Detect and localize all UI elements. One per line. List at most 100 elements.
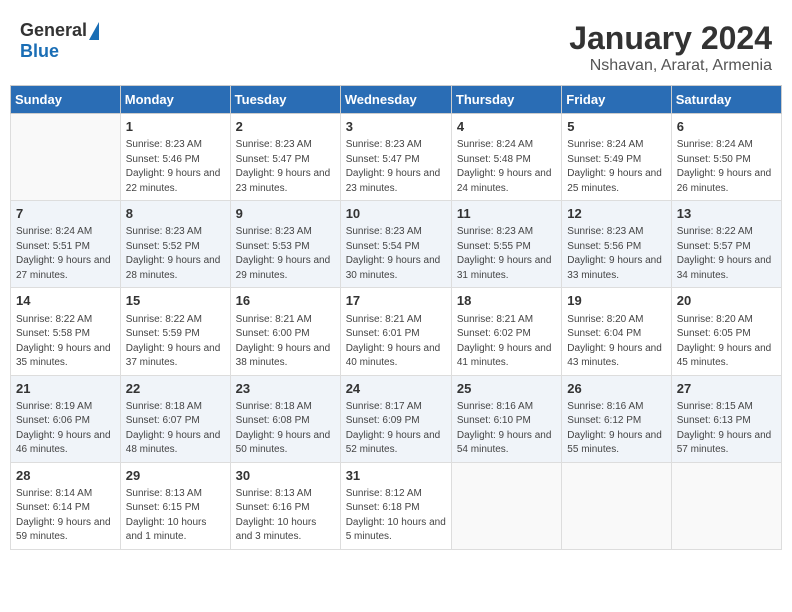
day-number: 25	[457, 380, 556, 398]
calendar-cell: 11 Sunrise: 8:23 AMSunset: 5:55 PMDayligh…	[451, 201, 561, 288]
day-number: 31	[346, 467, 446, 485]
day-number: 11	[457, 205, 556, 223]
day-number: 1	[126, 118, 225, 136]
day-number: 6	[677, 118, 776, 136]
day-info: Sunrise: 8:23 AMSunset: 5:56 PMDaylight:…	[567, 225, 665, 283]
day-number: 7	[16, 205, 115, 223]
calendar-cell	[451, 462, 561, 549]
calendar-cell: 2 Sunrise: 8:23 AMSunset: 5:47 PMDaylight…	[230, 114, 340, 201]
day-number: 8	[126, 205, 225, 223]
day-number: 16	[236, 292, 335, 310]
day-info: Sunrise: 8:20 AMSunset: 6:04 PMDaylight:…	[567, 313, 665, 371]
calendar-cell: 27 Sunrise: 8:15 AMSunset: 6:13 PMDayligh…	[671, 375, 781, 462]
calendar-cell: 19 Sunrise: 8:20 AMSunset: 6:04 PMDayligh…	[562, 288, 671, 375]
calendar-cell: 26Sunrise: 8:16 AMSunset: 6:12 PMDayligh…	[562, 375, 671, 462]
logo-general-text: General	[20, 20, 87, 41]
calendar-cell: 23 Sunrise: 8:18 AMSunset: 6:08 PMDayligh…	[230, 375, 340, 462]
month-title: January 2024	[569, 20, 772, 57]
calendar-cell: 24 Sunrise: 8:17 AMSunset: 6:09 PMDayligh…	[340, 375, 451, 462]
day-info: Sunrise: 8:23 AMSunset: 5:55 PMDaylight:…	[457, 225, 556, 283]
calendar-cell	[562, 462, 671, 549]
day-number: 10	[346, 205, 446, 223]
day-number: 29	[126, 467, 225, 485]
day-info: Sunrise: 8:15 AMSunset: 6:13 PMDaylight:…	[677, 400, 776, 458]
day-info: Sunrise: 8:24 AMSunset: 5:48 PMDaylight:…	[457, 138, 556, 196]
day-info: Sunrise: 8:22 AMSunset: 5:57 PMDaylight:…	[677, 225, 776, 283]
day-number: 15	[126, 292, 225, 310]
calendar-cell: 1Sunrise: 8:23 AMSunset: 5:46 PMDaylight…	[120, 114, 230, 201]
calendar-week-row: 28Sunrise: 8:14 AMSunset: 6:14 PMDayligh…	[11, 462, 782, 549]
calendar-cell: 14Sunrise: 8:22 AMSunset: 5:58 PMDayligh…	[11, 288, 121, 375]
day-info: Sunrise: 8:14 AMSunset: 6:14 PMDaylight:…	[16, 487, 115, 545]
day-number: 24	[346, 380, 446, 398]
day-info: Sunrise: 8:22 AMSunset: 5:59 PMDaylight:…	[126, 313, 225, 371]
day-number: 20	[677, 292, 776, 310]
day-number: 21	[16, 380, 115, 398]
calendar-cell: 29 Sunrise: 8:13 AMSunset: 6:15 PMDayligh…	[120, 462, 230, 549]
page-header: General Blue January 2024 Nshavan, Arara…	[10, 10, 782, 80]
logo: General Blue	[20, 20, 99, 62]
weekday-header-tuesday: Tuesday	[230, 86, 340, 114]
day-number: 17	[346, 292, 446, 310]
weekday-header-friday: Friday	[562, 86, 671, 114]
day-info: Sunrise: 8:17 AMSunset: 6:09 PMDaylight:…	[346, 400, 446, 458]
calendar-cell: 9Sunrise: 8:23 AMSunset: 5:53 PMDaylight…	[230, 201, 340, 288]
day-number: 5	[567, 118, 665, 136]
calendar-cell: 13 Sunrise: 8:22 AMSunset: 5:57 PMDayligh…	[671, 201, 781, 288]
day-number: 13	[677, 205, 776, 223]
logo-triangle-icon	[89, 22, 99, 40]
calendar-cell: 30Sunrise: 8:13 AMSunset: 6:16 PMDayligh…	[230, 462, 340, 549]
day-info: Sunrise: 8:12 AMSunset: 6:18 PMDaylight:…	[346, 487, 446, 545]
day-number: 18	[457, 292, 556, 310]
calendar-cell: 12Sunrise: 8:23 AMSunset: 5:56 PMDayligh…	[562, 201, 671, 288]
calendar-cell: 21 Sunrise: 8:19 AMSunset: 6:06 PMDayligh…	[11, 375, 121, 462]
location-title: Nshavan, Ararat, Armenia	[569, 57, 772, 75]
calendar-cell: 15 Sunrise: 8:22 AMSunset: 5:59 PMDayligh…	[120, 288, 230, 375]
day-number: 19	[567, 292, 665, 310]
calendar-cell: 10Sunrise: 8:23 AMSunset: 5:54 PMDayligh…	[340, 201, 451, 288]
weekday-header-sunday: Sunday	[11, 86, 121, 114]
calendar-week-row: 14Sunrise: 8:22 AMSunset: 5:58 PMDayligh…	[11, 288, 782, 375]
day-info: Sunrise: 8:16 AMSunset: 6:12 PMDaylight:…	[567, 400, 665, 458]
day-info: Sunrise: 8:24 AMSunset: 5:49 PMDaylight:…	[567, 138, 665, 196]
title-section: January 2024 Nshavan, Ararat, Armenia	[569, 20, 772, 75]
day-number: 4	[457, 118, 556, 136]
weekday-header-thursday: Thursday	[451, 86, 561, 114]
day-info: Sunrise: 8:23 AMSunset: 5:47 PMDaylight:…	[346, 138, 446, 196]
calendar-cell	[11, 114, 121, 201]
day-info: Sunrise: 8:23 AMSunset: 5:47 PMDaylight:…	[236, 138, 335, 196]
calendar-week-row: 21 Sunrise: 8:19 AMSunset: 6:06 PMDayligh…	[11, 375, 782, 462]
calendar-table: SundayMondayTuesdayWednesdayThursdayFrid…	[10, 85, 782, 550]
calendar-header-row: SundayMondayTuesdayWednesdayThursdayFrid…	[11, 86, 782, 114]
day-info: Sunrise: 8:13 AMSunset: 6:16 PMDaylight:…	[236, 487, 335, 545]
day-info: Sunrise: 8:20 AMSunset: 6:05 PMDaylight:…	[677, 313, 776, 371]
day-info: Sunrise: 8:23 AMSunset: 5:52 PMDaylight:…	[126, 225, 225, 283]
day-info: Sunrise: 8:21 AMSunset: 6:01 PMDaylight:…	[346, 313, 446, 371]
day-number: 23	[236, 380, 335, 398]
calendar-cell: 5 Sunrise: 8:24 AMSunset: 5:49 PMDaylight…	[562, 114, 671, 201]
calendar-cell: 31 Sunrise: 8:12 AMSunset: 6:18 PMDayligh…	[340, 462, 451, 549]
calendar-cell: 18 Sunrise: 8:21 AMSunset: 6:02 PMDayligh…	[451, 288, 561, 375]
day-info: Sunrise: 8:18 AMSunset: 6:08 PMDaylight:…	[236, 400, 335, 458]
calendar-cell	[671, 462, 781, 549]
calendar-cell: 17 Sunrise: 8:21 AMSunset: 6:01 PMDayligh…	[340, 288, 451, 375]
calendar-cell: 25 Sunrise: 8:16 AMSunset: 6:10 PMDayligh…	[451, 375, 561, 462]
day-info: Sunrise: 8:21 AMSunset: 6:02 PMDaylight:…	[457, 313, 556, 371]
calendar-cell: 3 Sunrise: 8:23 AMSunset: 5:47 PMDaylight…	[340, 114, 451, 201]
calendar-cell: 7 Sunrise: 8:24 AMSunset: 5:51 PMDaylight…	[11, 201, 121, 288]
calendar-cell: 20 Sunrise: 8:20 AMSunset: 6:05 PMDayligh…	[671, 288, 781, 375]
calendar-cell: 6Sunrise: 8:24 AMSunset: 5:50 PMDaylight…	[671, 114, 781, 201]
calendar-week-row: 7 Sunrise: 8:24 AMSunset: 5:51 PMDaylight…	[11, 201, 782, 288]
calendar-week-row: 1Sunrise: 8:23 AMSunset: 5:46 PMDaylight…	[11, 114, 782, 201]
day-info: Sunrise: 8:16 AMSunset: 6:10 PMDaylight:…	[457, 400, 556, 458]
day-number: 27	[677, 380, 776, 398]
day-info: Sunrise: 8:24 AMSunset: 5:51 PMDaylight:…	[16, 225, 115, 283]
day-number: 2	[236, 118, 335, 136]
weekday-header-saturday: Saturday	[671, 86, 781, 114]
day-info: Sunrise: 8:19 AMSunset: 6:06 PMDaylight:…	[16, 400, 115, 458]
calendar-cell: 8 Sunrise: 8:23 AMSunset: 5:52 PMDaylight…	[120, 201, 230, 288]
calendar-cell: 28Sunrise: 8:14 AMSunset: 6:14 PMDayligh…	[11, 462, 121, 549]
day-info: Sunrise: 8:13 AMSunset: 6:15 PMDaylight:…	[126, 487, 225, 545]
day-number: 3	[346, 118, 446, 136]
day-info: Sunrise: 8:23 AMSunset: 5:53 PMDaylight:…	[236, 225, 335, 283]
